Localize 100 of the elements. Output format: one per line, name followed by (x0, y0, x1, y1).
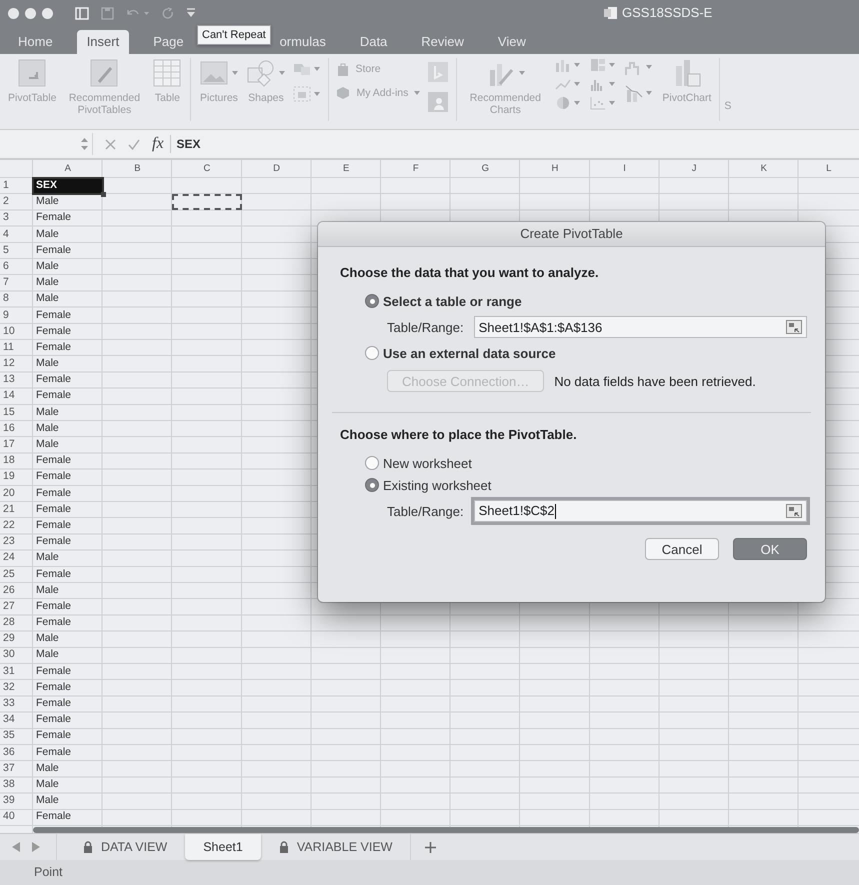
scroll-bar[interactable] (33, 827, 859, 833)
collapse-dialog-icon[interactable] (786, 320, 802, 334)
range-field[interactable]: Sheet1!$C$2 (474, 500, 807, 522)
column-chart-icon[interactable] (555, 58, 572, 72)
table-icon[interactable] (152, 58, 182, 88)
row-header[interactable]: 20 (0, 486, 33, 502)
insert-function-button[interactable]: fx (152, 135, 171, 153)
customize-toolbar-icon[interactable] (186, 8, 196, 18)
row-header[interactable]: 3 (0, 210, 33, 227)
row-header[interactable]: 26 (0, 582, 33, 599)
next-sheet-icon[interactable] (32, 842, 40, 852)
radio-button[interactable] (365, 478, 379, 492)
check-icon[interactable] (128, 138, 140, 150)
row-header[interactable]: 7 (0, 275, 33, 292)
row-header[interactable]: 5 (0, 242, 33, 259)
collapse-dialog-icon[interactable] (786, 504, 802, 518)
row-header[interactable]: 6 (0, 258, 33, 276)
scatter-chart-icon[interactable] (590, 96, 606, 110)
cancel-button[interactable]: Cancel (645, 538, 719, 560)
row-header[interactable]: 25 (0, 566, 33, 583)
sheet-tab[interactable]: DATA VIEW (65, 834, 186, 860)
people-icon[interactable] (428, 92, 448, 112)
row-header[interactable]: 2 (0, 194, 33, 210)
column-header[interactable]: C (172, 160, 242, 178)
cancel-icon[interactable] (105, 138, 116, 150)
formula-text[interactable]: SEX (176, 137, 201, 151)
radio-label[interactable]: New worksheet (383, 456, 472, 470)
save-icon[interactable] (101, 6, 114, 20)
radio-button[interactable] (365, 346, 379, 360)
row-header[interactable]: 37 (0, 760, 33, 777)
screenshot-icon[interactable] (293, 86, 312, 102)
close-button[interactable] (8, 8, 19, 18)
bing-icon[interactable] (428, 62, 448, 82)
sheet-tab[interactable]: VARIABLE VIEW (260, 834, 410, 860)
row-header[interactable]: 10 (0, 324, 33, 340)
row-header[interactable]: 16 (0, 420, 33, 437)
radio-button[interactable] (365, 294, 379, 308)
row-header[interactable]: 40 (0, 809, 33, 826)
row-header[interactable]: 39 (0, 793, 33, 810)
row-header[interactable]: 31 (0, 664, 33, 680)
radio-button[interactable] (365, 456, 379, 470)
minimize-button[interactable] (25, 8, 36, 18)
shapes-icon[interactable] (246, 58, 276, 88)
row-header[interactable]: 4 (0, 226, 33, 243)
row-header[interactable]: 19 (0, 469, 33, 486)
column-header[interactable]: D (242, 160, 312, 178)
column-header[interactable]: E (311, 160, 381, 178)
row-header[interactable]: 8 (0, 291, 33, 308)
line-chart-icon[interactable] (555, 77, 572, 91)
ribbon-tab[interactable]: Insert (76, 30, 130, 54)
column-header[interactable]: L (798, 160, 859, 178)
row-header[interactable]: 21 (0, 502, 33, 518)
row-header[interactable]: 27 (0, 598, 33, 616)
radio-label[interactable]: Existing worksheet (383, 478, 492, 492)
column-header[interactable]: H (520, 160, 590, 178)
row-header[interactable]: 18 (0, 453, 33, 470)
redo-icon[interactable] (162, 6, 174, 20)
stepper-icon[interactable] (81, 137, 88, 151)
combo-chart-icon[interactable] (625, 84, 644, 102)
row-header[interactable]: 1 (0, 178, 33, 194)
column-header[interactable]: A (33, 160, 103, 178)
row-header[interactable]: 38 (0, 776, 33, 794)
column-header[interactable]: J (659, 160, 729, 178)
row-header[interactable]: 22 (0, 518, 33, 534)
column-header[interactable]: I (590, 160, 660, 178)
range-field[interactable]: Sheet1!$A$1:$A$136 (474, 316, 807, 338)
sheet-tab[interactable]: Sheet1 (185, 834, 261, 860)
row-header[interactable]: 34 (0, 712, 33, 728)
radio-label[interactable]: Use an external data source (383, 346, 556, 360)
ok-button[interactable]: OK (733, 538, 807, 560)
row-header[interactable]: 15 (0, 404, 33, 421)
row-header[interactable]: 14 (0, 388, 33, 405)
recommended-pivot-icon[interactable] (89, 58, 120, 88)
row-header[interactable]: 24 (0, 550, 33, 566)
row-header[interactable]: 33 (0, 696, 33, 712)
row-header[interactable]: 23 (0, 534, 33, 550)
hierarchy-chart-icon[interactable] (590, 58, 606, 72)
row-header[interactable]: 32 (0, 680, 33, 696)
row-header[interactable]: 35 (0, 728, 33, 745)
previous-sheet-icon[interactable] (12, 842, 20, 852)
row-header[interactable]: 30 (0, 647, 33, 664)
row-header[interactable]: 12 (0, 356, 33, 372)
column-header[interactable]: F (380, 160, 451, 178)
column-header[interactable]: K (728, 160, 799, 178)
radio-label[interactable]: Select a table or range (383, 294, 522, 308)
row-header[interactable]: 29 (0, 631, 33, 648)
column-header[interactable]: G (450, 160, 520, 178)
pivot-table-icon[interactable] (17, 58, 48, 88)
row-header[interactable]: 9 (0, 308, 33, 324)
caret-icon (609, 82, 616, 86)
row-header[interactable]: 13 (0, 372, 33, 388)
zoom-button[interactable] (42, 8, 53, 18)
pie-chart-icon[interactable] (555, 96, 572, 110)
row-header[interactable]: 11 (0, 340, 33, 356)
row-header[interactable]: 17 (0, 437, 33, 454)
column-header[interactable]: B (102, 160, 172, 178)
row-header[interactable]: 28 (0, 615, 33, 632)
smartart-icon[interactable] (293, 62, 312, 76)
sidebar-icon[interactable] (75, 6, 89, 20)
row-header[interactable]: 36 (0, 744, 33, 761)
